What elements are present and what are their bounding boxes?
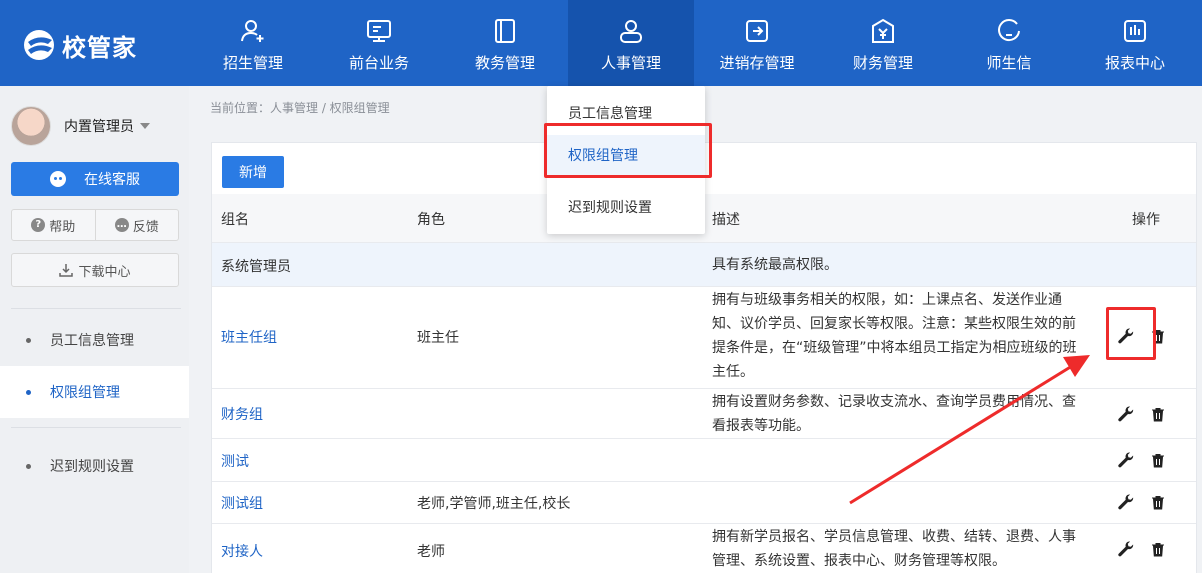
annotation-arrow-icon: [849, 355, 1090, 505]
